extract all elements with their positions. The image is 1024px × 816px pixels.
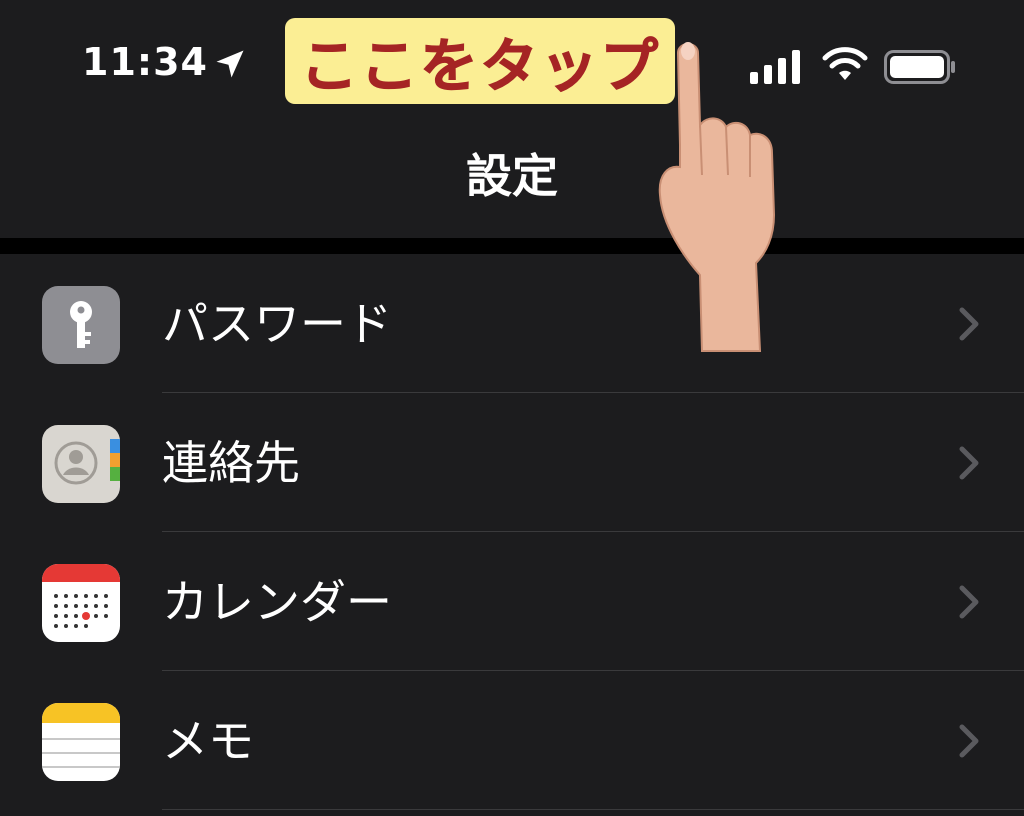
location-arrow-icon xyxy=(216,50,244,78)
key-icon xyxy=(42,286,120,364)
tap-here-banner: ここをタップ xyxy=(285,18,675,104)
page-title: 設定 xyxy=(466,149,558,203)
status-time: 11:34 xyxy=(82,40,208,84)
settings-item-label: メモ xyxy=(162,714,254,768)
nav-separator xyxy=(0,238,1024,254)
chevron-right-icon xyxy=(959,585,979,619)
notes-icon xyxy=(42,703,120,781)
settings-item-label: パスワード xyxy=(162,297,392,351)
settings-item-contacts[interactable]: 連絡先 xyxy=(0,393,1024,532)
settings-item-label: 連絡先 xyxy=(162,436,300,490)
battery-icon xyxy=(884,50,955,84)
settings-item-calendar[interactable]: カレンダー xyxy=(0,532,1024,671)
chevron-right-icon xyxy=(959,446,979,480)
calendar-icon xyxy=(42,564,120,642)
settings-item-notes[interactable]: メモ xyxy=(0,671,1024,810)
contacts-icon xyxy=(42,425,120,503)
wifi-icon xyxy=(822,47,868,80)
chevron-right-icon xyxy=(959,307,979,341)
settings-list: パスワード 連絡先 カレンダー メモ xyxy=(0,254,1024,810)
pointing-hand-icon xyxy=(658,42,776,352)
chevron-right-icon xyxy=(959,724,979,758)
settings-item-label: カレンダー xyxy=(162,575,392,629)
settings-item-passwords[interactable]: パスワード xyxy=(0,254,1024,393)
row-divider xyxy=(162,809,1024,810)
